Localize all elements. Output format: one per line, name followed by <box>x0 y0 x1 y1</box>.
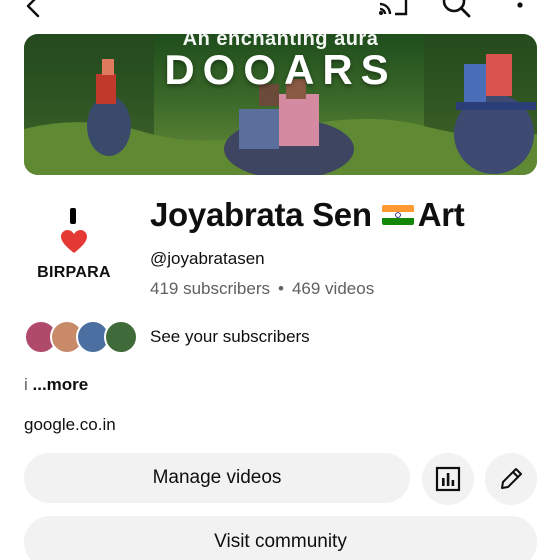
back-arrow-icon[interactable] <box>22 0 46 18</box>
search-icon[interactable] <box>440 0 472 20</box>
subscriber-avatars[interactable] <box>24 320 138 354</box>
heart-icon <box>61 230 87 253</box>
video-count: 469 videos <box>291 279 375 298</box>
analytics-icon <box>435 466 461 492</box>
channel-link[interactable]: google.co.in <box>24 415 116 435</box>
manage-videos-button[interactable]: Manage videos <box>24 453 410 503</box>
channel-name-text: Joyabrata Sen <box>150 196 372 233</box>
channel-handle: @joyabratasen <box>150 249 265 268</box>
more-link[interactable]: ...more <box>33 375 89 394</box>
see-subscribers-link[interactable]: See your subscribers <box>150 327 310 347</box>
channel-description[interactable]: i ...more <box>24 375 88 395</box>
avatar-text: BIRPARA <box>37 264 111 281</box>
channel-stats: 419 subscribers • 469 videos <box>150 279 374 299</box>
more-vert-icon[interactable] <box>510 0 530 18</box>
banner-title: DOOARS <box>164 46 397 93</box>
description-text: i <box>24 375 28 394</box>
channel-name: Joyabrata Sen Art <box>150 196 465 234</box>
cast-icon[interactable] <box>376 0 410 18</box>
edit-pencil-icon <box>501 468 522 489</box>
channel-banner: An enchanting aura DOOARS <box>24 34 537 175</box>
avatar-mark <box>70 208 76 224</box>
subscriber-avatar <box>104 320 138 354</box>
top-toolbar <box>0 0 560 24</box>
subscriber-count: 419 subscribers <box>150 279 271 298</box>
india-flag-icon <box>381 205 414 225</box>
analytics-button[interactable] <box>422 453 474 505</box>
visit-community-button[interactable]: Visit community <box>24 516 537 560</box>
stats-separator: • <box>278 279 284 298</box>
channel-name-suffix: Art <box>417 196 465 233</box>
edit-channel-button[interactable] <box>485 453 537 505</box>
